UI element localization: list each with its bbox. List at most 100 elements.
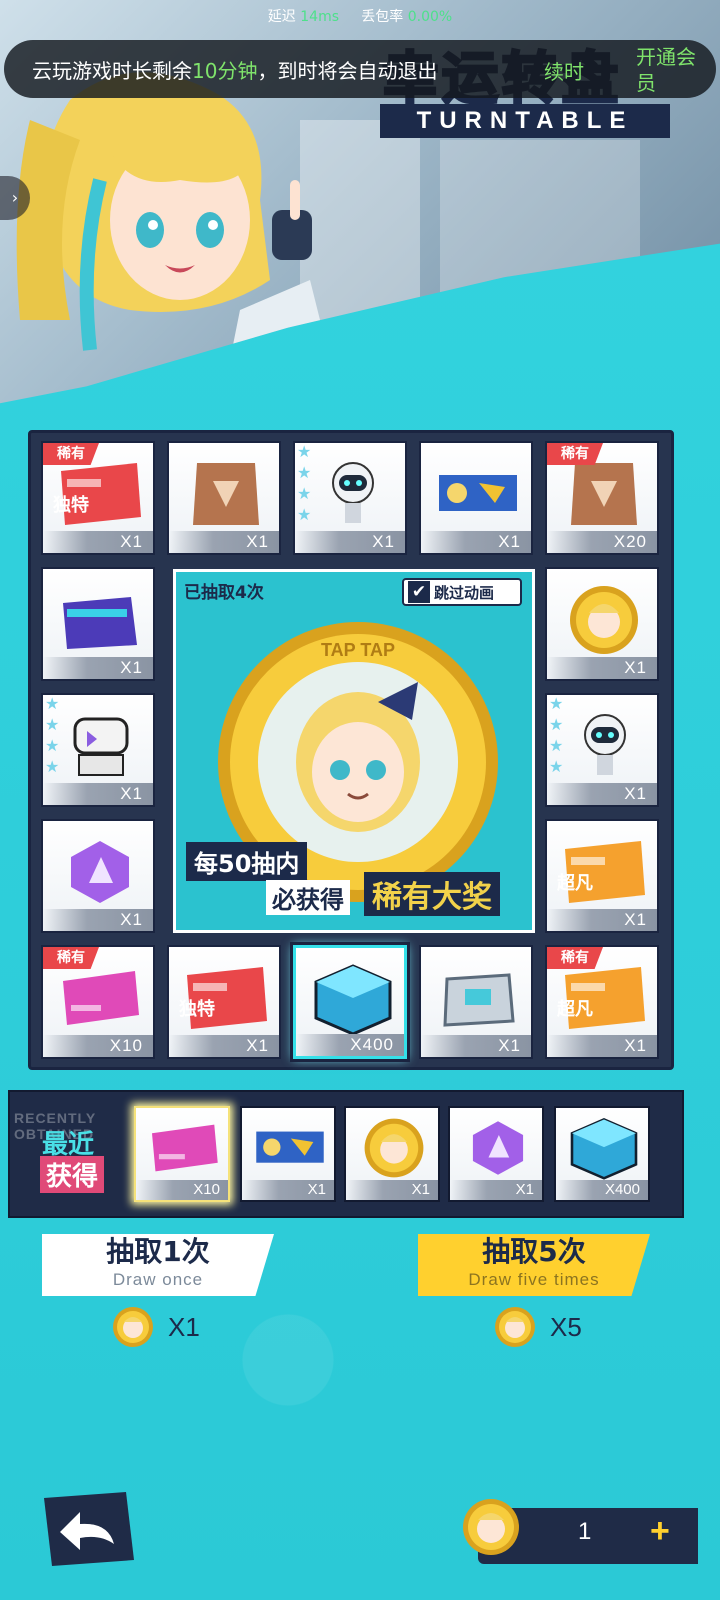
star-rating: ★ ★ ★ ★ — [45, 695, 59, 776]
recent-item: X10 — [134, 1106, 230, 1202]
coin-emboss-text: TAP TAP — [321, 640, 395, 660]
prize-quantity: X1 — [547, 1035, 657, 1057]
check-icon: ✔ — [408, 581, 430, 603]
star-icon: ★ — [45, 694, 60, 713]
recent-item: X1 — [448, 1106, 544, 1202]
recent-item: X400 — [554, 1106, 650, 1202]
prize-cell: X1 — [545, 567, 659, 681]
coin-icon — [463, 1499, 519, 1555]
promo-text-1: 每50抽内 — [186, 842, 308, 881]
recent-item-quantity: X1 — [346, 1180, 438, 1200]
draw-once-label: 抽取1次 — [106, 1235, 210, 1268]
bronze-card-icon — [193, 463, 259, 525]
star-icon: ★ — [549, 694, 564, 713]
bronze-card-icon — [571, 463, 637, 525]
ticket-label: 超凡 — [557, 999, 593, 1020]
blue-cube-icon — [570, 1118, 638, 1180]
ticket-label: 独特 — [179, 999, 215, 1020]
prize-quantity: X1 — [547, 783, 657, 805]
prize-quantity: X1 — [43, 909, 153, 931]
recently-obtained-title: RECENTLY OBTAINED 最近 获得 — [14, 1110, 126, 1196]
draw-five-label-en: Draw five times — [468, 1270, 600, 1289]
logo-title-en: TURNTABLE — [380, 104, 670, 138]
prize-cell: X1 — [419, 441, 533, 555]
coin-icon — [113, 1307, 153, 1347]
prize-cell: X400 — [293, 945, 407, 1059]
prize-cell: X1 — [167, 441, 281, 555]
back-arrow-icon[interactable] — [38, 1488, 138, 1568]
promo-text-2: 必获得 — [266, 880, 350, 915]
prize-cell: X1 — [41, 567, 155, 681]
prize-quantity: X1 — [421, 531, 531, 553]
purple-crystal-icon — [472, 1121, 524, 1175]
pink-card-icon — [152, 1124, 218, 1172]
prize-quantity: X1 — [169, 1035, 279, 1057]
banner-card-icon — [439, 475, 517, 511]
coin-icon — [364, 1118, 424, 1178]
rare-badge: 稀有 — [43, 443, 99, 465]
star-icon: ★ — [549, 715, 564, 734]
prize-quantity: X20 — [547, 531, 657, 553]
banner-text-after: ，到时将会自动退出 — [257, 58, 438, 83]
rare-badge: 稀有 — [547, 947, 603, 969]
ticket-label: 超凡 — [557, 873, 593, 894]
renew-time-button[interactable]: 续时 — [544, 56, 584, 85]
recent-title-line2: 获得 — [40, 1156, 105, 1193]
mech-suit-icon — [73, 717, 129, 776]
recent-item-quantity: X10 — [136, 1180, 228, 1200]
robot-icon — [332, 462, 374, 523]
metal-chest-icon — [443, 973, 515, 1027]
star-icon: ★ — [297, 463, 312, 482]
recent-item-quantity: X1 — [450, 1180, 542, 1200]
prize-cell: 超凡 稀有 X1 — [545, 945, 659, 1059]
open-vip-button[interactable]: 开通会员 — [636, 44, 710, 96]
prize-quantity: X1 — [547, 657, 657, 679]
draw-five-cost-value: X5 — [550, 1311, 582, 1342]
purple-crystal-icon — [71, 841, 129, 903]
prize-quantity: X1 — [421, 1035, 531, 1057]
star-rating: ★ ★ ★ ★ — [297, 443, 311, 524]
coin-icon — [570, 586, 638, 654]
star-icon: ★ — [297, 484, 312, 503]
coin-icon — [495, 1307, 535, 1347]
skip-animation-toggle[interactable]: ✔ 跳过动画 — [402, 578, 522, 606]
prize-quantity: X1 — [43, 531, 153, 553]
packet-loss-label: 丢包率 — [361, 9, 404, 25]
draw-once-cost-value: X1 — [168, 1311, 200, 1342]
prize-cell: 稀有 X20 — [545, 441, 659, 555]
latency-label: 延迟 — [267, 9, 296, 25]
draw-five-button[interactable]: 抽取5次 Draw five times — [418, 1234, 650, 1296]
star-icon: ★ — [549, 736, 564, 755]
prize-board: 已抽取4次 ✔ 跳过动画 TAP TAP 每50抽内 必获得 稀有大奖 独特 稀有… — [28, 430, 674, 1070]
star-icon: ★ — [45, 757, 60, 776]
currency-amount: 1 — [578, 1518, 592, 1545]
ticket-label: 独特 — [53, 495, 89, 516]
latency-value: 14ms — [300, 9, 339, 25]
add-currency-button[interactable]: + — [650, 1512, 670, 1551]
draw-five-cost: X5 — [494, 1306, 582, 1348]
promo-text-3: 稀有大奖 — [364, 872, 500, 916]
prize-cell: 独特 X1 — [167, 945, 281, 1059]
prize-quantity: X1 — [43, 657, 153, 679]
recent-item-quantity: X400 — [556, 1180, 648, 1200]
prize-quantity: X1 — [295, 531, 405, 553]
prize-cell: 稀有 X10 — [41, 945, 155, 1059]
draw-once-cost: X1 — [112, 1306, 200, 1348]
prize-quantity: X1 — [43, 783, 153, 805]
blue-cube-icon — [314, 964, 392, 1036]
recently-obtained-panel: RECENTLY OBTAINED 最近 获得 X10 X1 X1 X1 X400 — [8, 1090, 684, 1218]
rare-badge: 稀有 — [547, 443, 603, 465]
chevron-right-icon: › — [11, 188, 19, 207]
star-icon: ★ — [45, 715, 60, 734]
prize-quantity: X10 — [43, 1035, 153, 1057]
recent-item: X1 — [344, 1106, 440, 1202]
character-illustration — [16, 72, 330, 360]
prize-quantity: X400 — [296, 1034, 404, 1056]
star-icon: ★ — [297, 505, 312, 524]
prize-cell: X1 — [41, 819, 155, 933]
draw-once-button[interactable]: 抽取1次 Draw once — [42, 1234, 274, 1296]
rare-badge: 稀有 — [43, 947, 99, 969]
packet-loss-value: 0.00% — [407, 9, 453, 25]
cloud-time-banner: 云玩游戏时长剩余 10分钟 ，到时将会自动退出 续时 开通会员 — [4, 40, 716, 98]
robot-icon — [584, 714, 626, 775]
